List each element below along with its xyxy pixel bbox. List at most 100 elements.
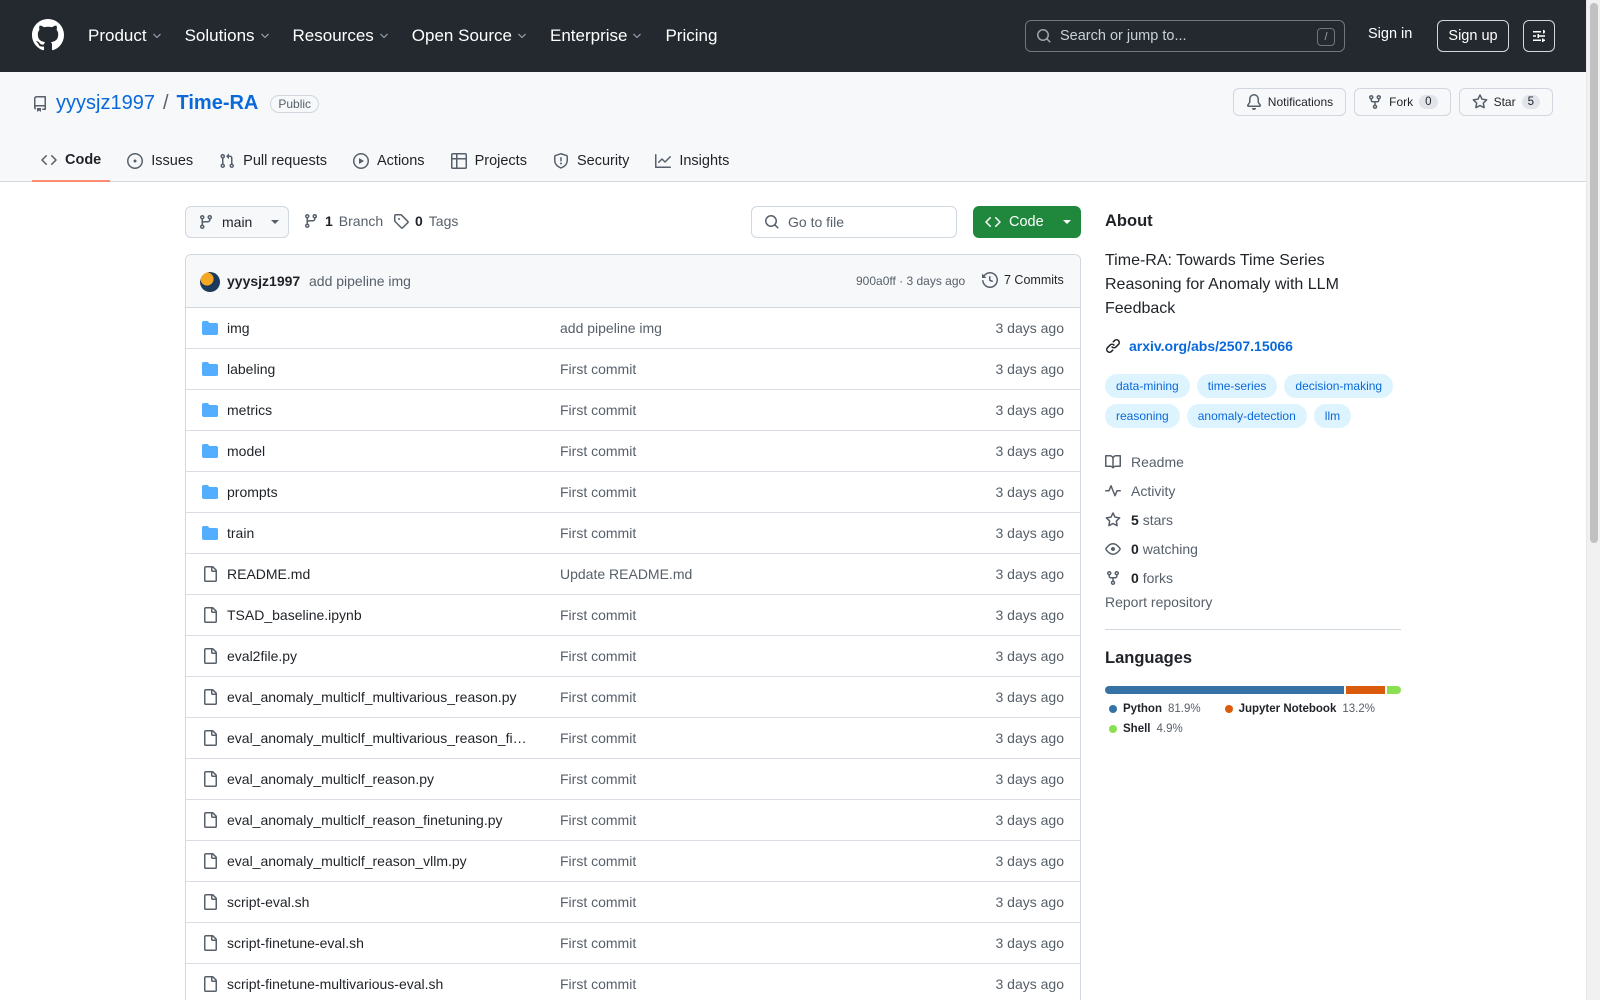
commit-message-link[interactable]: add pipeline img xyxy=(309,273,411,289)
top-nav-open-source[interactable]: Open Source xyxy=(412,26,528,46)
command-palette-button[interactable] xyxy=(1523,20,1555,52)
file-name-link[interactable]: eval_anomaly_multiclf_multivarious_reaso… xyxy=(227,730,527,746)
file-name-link[interactable]: labeling xyxy=(227,361,527,377)
sidebar-divider xyxy=(1105,629,1401,630)
folder-icon xyxy=(202,321,218,335)
repo-owner-link[interactable]: yyysjz1997 xyxy=(56,92,155,115)
report-repository-link[interactable]: Report repository xyxy=(1105,594,1212,610)
fork-button[interactable]: Fork 0 xyxy=(1354,88,1451,116)
top-nav-enterprise[interactable]: Enterprise xyxy=(550,26,643,46)
top-nav-label: Pricing xyxy=(665,26,718,45)
notifications-button[interactable]: Notifications xyxy=(1232,88,1347,116)
file-commit-message[interactable]: First commit xyxy=(560,525,636,541)
file-commit-message[interactable]: First commit xyxy=(560,648,636,664)
file-commit-message[interactable]: First commit xyxy=(560,812,636,828)
forks-link[interactable]: 0 forks xyxy=(1105,563,1198,592)
commits-history-link[interactable]: 7 Commits xyxy=(982,272,1064,288)
tab-pull-requests[interactable]: Pull requests xyxy=(210,140,336,182)
readme-link[interactable]: Readme xyxy=(1105,447,1198,476)
file-name-link[interactable]: eval_anomaly_multiclf_reason_finetuning.… xyxy=(227,812,527,828)
file-commit-message[interactable]: First commit xyxy=(560,361,636,377)
file-commit-message[interactable]: First commit xyxy=(560,730,636,746)
global-search-input[interactable]: Search or jump to... / xyxy=(1025,20,1345,52)
activity-link[interactable]: Activity xyxy=(1105,476,1198,505)
tab-issues[interactable]: Issues xyxy=(118,140,202,182)
github-logo-icon[interactable] xyxy=(32,19,64,51)
file-commit-message[interactable]: First commit xyxy=(560,443,636,459)
star-button[interactable]: Star 5 xyxy=(1458,88,1553,116)
file-name-link[interactable]: script-eval.sh xyxy=(227,894,527,910)
file-name-link[interactable]: eval2file.py xyxy=(227,648,527,664)
chevron-down-icon xyxy=(380,33,388,39)
file-commit-message[interactable]: First commit xyxy=(560,402,636,418)
file-name-link[interactable]: metrics xyxy=(227,402,527,418)
file-name-link[interactable]: eval_anomaly_multiclf_reason.py xyxy=(227,771,527,787)
file-commit-message[interactable]: Update README.md xyxy=(560,566,692,582)
file-commit-message[interactable]: First commit xyxy=(560,484,636,500)
code-download-button[interactable]: Code xyxy=(973,206,1081,238)
commit-author-link[interactable]: yyysjz1997 xyxy=(227,273,300,289)
file-row: labeling First commit 3 days ago xyxy=(186,349,1080,390)
language-item[interactable]: Jupyter Notebook 13.2% xyxy=(1221,703,1375,715)
file-icon xyxy=(204,894,217,910)
star-icon xyxy=(1472,94,1487,109)
file-name-link[interactable]: script-finetune-multivarious-eval.sh xyxy=(227,976,527,992)
file-commit-message[interactable]: First commit xyxy=(560,771,636,787)
file-name-link[interactable]: img xyxy=(227,320,527,336)
top-nav-product[interactable]: Product xyxy=(88,26,163,46)
tags-link[interactable]: 0 Tags xyxy=(393,213,458,229)
topic-tag[interactable]: anomaly-detection xyxy=(1186,404,1307,428)
topics-list: data-mining time-series decision-making rea… xyxy=(1105,374,1405,428)
file-name-link[interactable]: train xyxy=(227,525,527,541)
language-item[interactable]: Shell 4.9% xyxy=(1105,723,1183,735)
file-name-link[interactable]: eval_anomaly_multiclf_reason_vllm.py xyxy=(227,853,527,869)
file-name-link[interactable]: model xyxy=(227,443,527,459)
branches-link[interactable]: 1 Branch xyxy=(303,213,383,229)
file-name-link[interactable]: eval_anomaly_multiclf_multivarious_reaso… xyxy=(227,689,527,705)
branch-selector[interactable]: main xyxy=(185,206,289,238)
folder-icon xyxy=(202,485,218,499)
file-commit-message[interactable]: First commit xyxy=(560,935,636,951)
topic-tag[interactable]: decision-making xyxy=(1284,374,1394,398)
homepage-link-text: arxiv.org/abs/2507.15066 xyxy=(1129,338,1293,354)
file-name-link[interactable]: README.md xyxy=(227,566,527,582)
top-nav-resources[interactable]: Resources xyxy=(293,26,390,46)
topic-tag[interactable]: data-mining xyxy=(1105,374,1190,398)
repo-name-link[interactable]: Time-RA xyxy=(177,92,259,115)
watchers-link[interactable]: 0 watching xyxy=(1105,534,1198,563)
topic-tag[interactable]: reasoning xyxy=(1105,404,1180,428)
file-commit-age: 3 days ago xyxy=(995,730,1065,746)
sign-in-link[interactable]: Sign in xyxy=(1368,26,1412,42)
sign-up-button[interactable]: Sign up xyxy=(1437,20,1509,52)
file-commit-message[interactable]: First commit xyxy=(560,607,636,623)
file-icon xyxy=(204,648,217,664)
top-nav-solutions[interactable]: Solutions xyxy=(185,26,271,46)
page-scrollbar[interactable] xyxy=(1586,0,1600,1000)
go-to-file-input[interactable]: Go to file xyxy=(751,206,957,238)
file-row: train First commit 3 days ago xyxy=(186,513,1080,554)
homepage-link[interactable]: arxiv.org/abs/2507.15066 xyxy=(1105,338,1293,354)
author-avatar[interactable] xyxy=(200,272,220,292)
file-icon xyxy=(204,935,217,951)
tab-projects[interactable]: Projects xyxy=(442,140,536,182)
file-commit-message[interactable]: First commit xyxy=(560,894,636,910)
file-name-link[interactable]: script-finetune-eval.sh xyxy=(227,935,527,951)
top-nav-pricing[interactable]: Pricing xyxy=(665,26,717,46)
file-commit-message[interactable]: First commit xyxy=(560,689,636,705)
code-icon xyxy=(985,216,1001,228)
language-item[interactable]: Python 81.9% xyxy=(1105,703,1201,715)
file-name-link[interactable]: prompts xyxy=(227,484,527,500)
file-name-link[interactable]: TSAD_baseline.ipynb xyxy=(227,607,527,623)
tab-security[interactable]: Security xyxy=(544,140,638,182)
scrollbar-thumb[interactable] xyxy=(1590,3,1598,543)
topic-tag[interactable]: time-series xyxy=(1196,374,1278,398)
tab-code[interactable]: Code xyxy=(32,140,111,182)
file-commit-message[interactable]: First commit xyxy=(560,853,636,869)
tab-insights[interactable]: Insights xyxy=(646,140,738,182)
file-commit-message[interactable]: First commit xyxy=(560,976,636,992)
stars-link[interactable]: 5 stars xyxy=(1105,505,1198,534)
commit-hash-date[interactable]: 900a0ff · 3 days ago xyxy=(856,274,965,288)
topic-tag[interactable]: llm xyxy=(1313,404,1352,428)
tab-actions[interactable]: Actions xyxy=(344,140,434,182)
file-commit-message[interactable]: add pipeline img xyxy=(560,320,662,336)
